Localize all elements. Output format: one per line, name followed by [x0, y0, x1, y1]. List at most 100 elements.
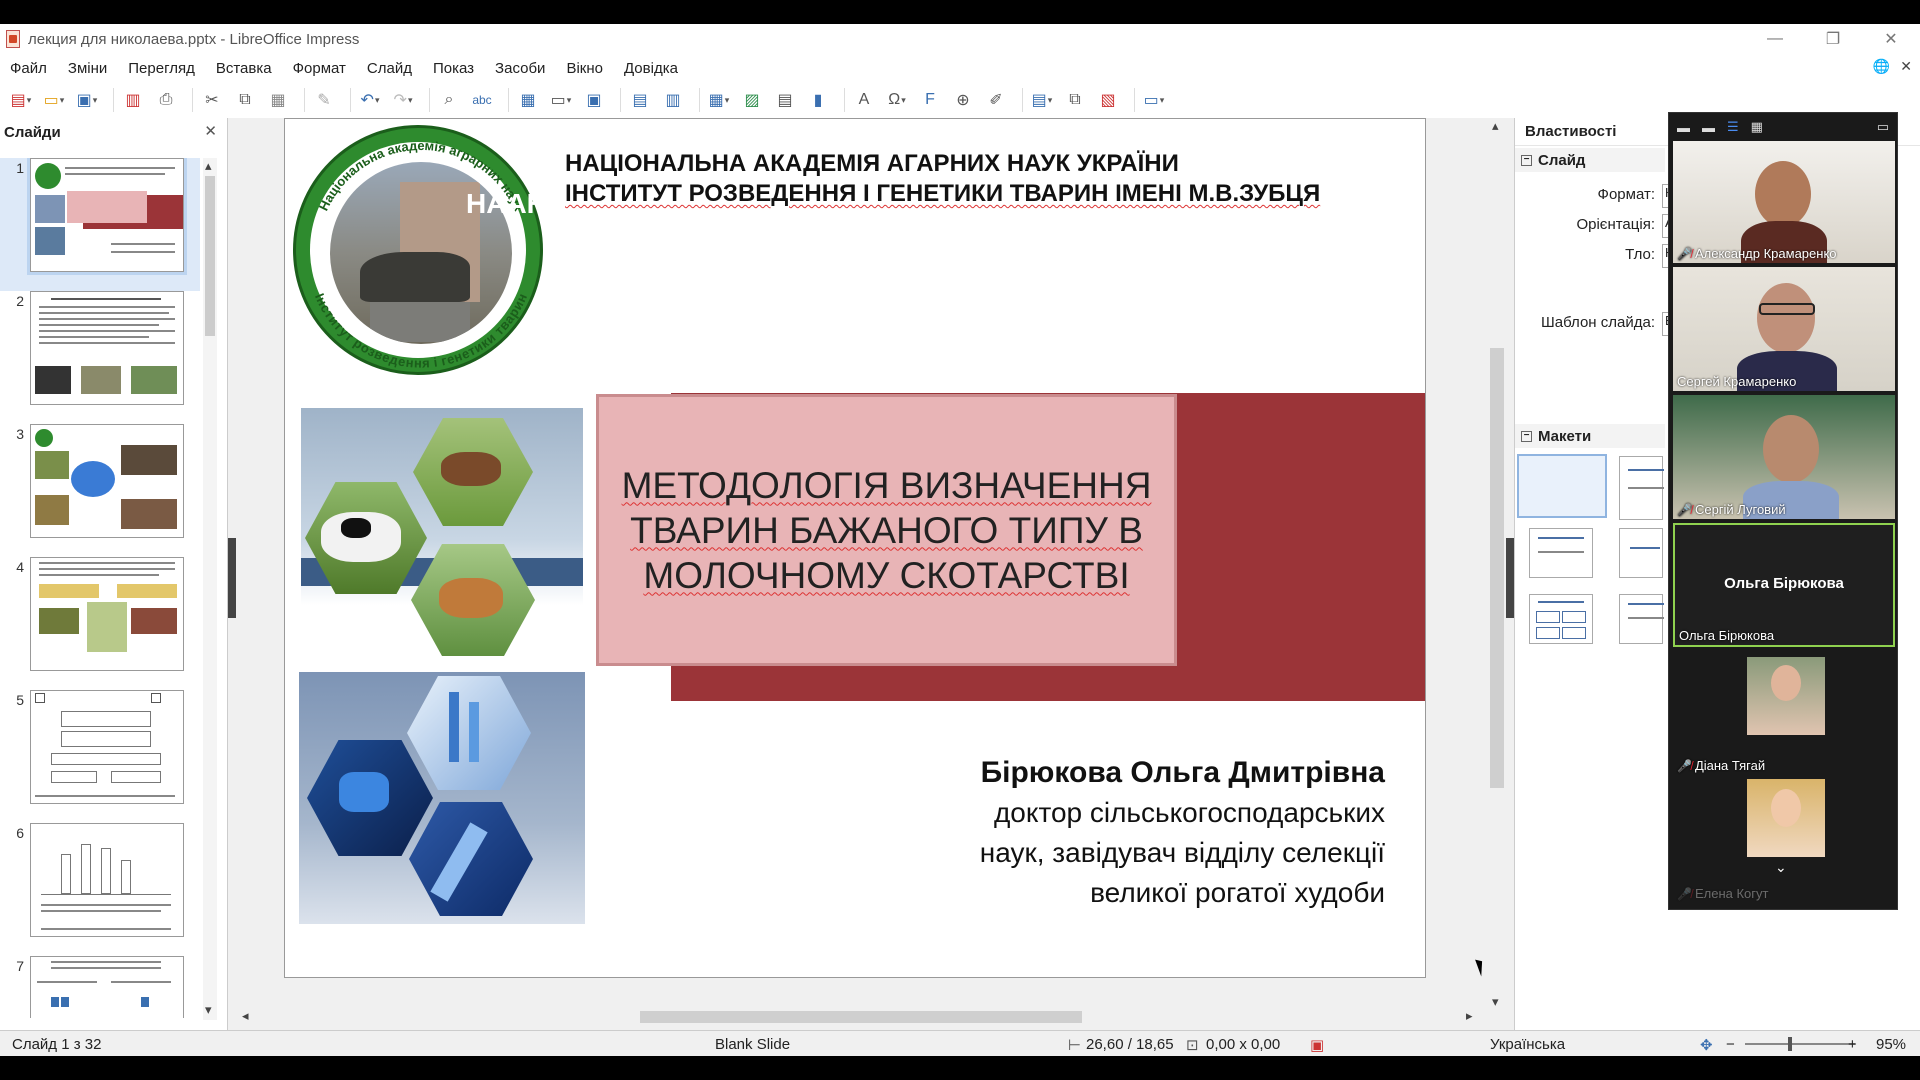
- zoom-slider[interactable]: [1745, 1043, 1855, 1045]
- gallery-view-icon[interactable]: ▦: [1751, 119, 1763, 135]
- table-icon[interactable]: ▦: [706, 87, 732, 113]
- menu-format[interactable]: Формат: [283, 60, 357, 77]
- language-indicator[interactable]: Українська: [1490, 1036, 1565, 1053]
- menu-insert[interactable]: Вставка: [206, 60, 283, 77]
- menu-window[interactable]: Вікно: [556, 60, 614, 77]
- zoom-in-icon[interactable]: +: [1848, 1036, 1857, 1053]
- scroll-left-icon[interactable]: ◂: [242, 1008, 249, 1024]
- restore-icon[interactable]: ❐: [1804, 24, 1862, 54]
- find-icon[interactable]: ⌕: [436, 87, 462, 113]
- participant-tile[interactable]: 🎤̸ Сергій Луговий: [1673, 395, 1895, 519]
- print-icon[interactable]: ⎙: [153, 87, 179, 113]
- fontwork-icon[interactable]: F: [917, 87, 943, 113]
- spellcheck-icon[interactable]: abc: [469, 87, 495, 113]
- duplicate-slide-icon[interactable]: ⧉: [1062, 87, 1088, 113]
- cut-icon[interactable]: ✂: [199, 87, 225, 113]
- slide-thumbnail[interactable]: 7: [0, 956, 200, 1018]
- start-current-icon[interactable]: ▥: [660, 87, 686, 113]
- minimize-icon[interactable]: —: [1746, 24, 1804, 54]
- collapse-icon[interactable]: −: [1521, 154, 1532, 166]
- collapse-icon[interactable]: −: [1521, 430, 1532, 442]
- image-icon[interactable]: ▨: [739, 87, 765, 113]
- right-pane-splitter[interactable]: [1506, 538, 1514, 618]
- menu-edit[interactable]: Зміни: [58, 60, 118, 77]
- participant-tile[interactable]: 🎤̸ Александр Крамаренко: [1673, 141, 1895, 263]
- participant-tile[interactable]: 🎤̸ Діана Тягай: [1673, 651, 1895, 775]
- globe-icon[interactable]: 🌐: [1873, 58, 1890, 75]
- export-pdf-icon[interactable]: ▥: [120, 87, 146, 113]
- slide-thumbnail[interactable]: 1: [0, 158, 200, 291]
- menu-slideshow[interactable]: Показ: [423, 60, 485, 77]
- layouts-section-header[interactable]: − Макети: [1515, 424, 1665, 448]
- title-box[interactable]: МЕТОДОЛОГІЯ ВИЗНАЧЕННЯ ТВАРИН БАЖАНОГО Т…: [596, 394, 1177, 666]
- menu-file[interactable]: Файл: [0, 60, 58, 77]
- menu-help[interactable]: Довідка: [614, 60, 689, 77]
- scroll-right-icon[interactable]: ▸: [1466, 1008, 1473, 1024]
- scrollbar-thumb[interactable]: [640, 1011, 1082, 1023]
- close-window-icon[interactable]: ✕: [1862, 24, 1920, 54]
- slide-thumbnail[interactable]: 4: [0, 557, 200, 690]
- slide-thumbnail[interactable]: 5: [0, 690, 200, 823]
- document-modified-icon[interactable]: ▣: [1310, 1036, 1324, 1054]
- participant-tile[interactable]: 🎤̸ Елена Когут ⌄: [1673, 779, 1895, 903]
- undo-icon[interactable]: ↶: [357, 87, 383, 113]
- left-pane-splitter[interactable]: [228, 538, 236, 618]
- fit-slide-icon[interactable]: ✥: [1700, 1036, 1713, 1054]
- participant-tile[interactable]: Сергей Крамаренко: [1673, 267, 1895, 391]
- slide-canvas[interactable]: Національна академія аграрних наук Інсти…: [284, 118, 1426, 978]
- menu-view[interactable]: Перегляд: [118, 60, 206, 77]
- layout-title-two-columns[interactable]: [1619, 594, 1664, 644]
- copy-icon[interactable]: ⧉: [232, 87, 258, 113]
- zoom-slider-knob[interactable]: [1788, 1037, 1792, 1051]
- layout-blank[interactable]: [1517, 454, 1607, 518]
- display-views-icon[interactable]: ▭: [548, 87, 574, 113]
- chart-icon[interactable]: ▮: [805, 87, 831, 113]
- slide-horizontal-scrollbar[interactable]: ◂ ▸: [240, 1008, 1480, 1026]
- scroll-up-icon[interactable]: ▴: [205, 158, 212, 174]
- paste-icon[interactable]: ▦: [265, 87, 291, 113]
- layout-title-only[interactable]: [1619, 456, 1664, 520]
- special-char-icon[interactable]: Ω: [884, 87, 910, 113]
- zoom-out-icon[interactable]: −: [1726, 1036, 1735, 1053]
- master-slide-icon[interactable]: ▣: [581, 87, 607, 113]
- layout-two-content[interactable]: [1529, 594, 1593, 644]
- scroll-down-icon[interactable]: ▾: [1492, 994, 1499, 1010]
- open-icon[interactable]: ▭: [41, 87, 67, 113]
- author-block[interactable]: Бірюкова Ольга Дмитрівна доктор сільсько…: [980, 753, 1385, 913]
- hyperlink-icon[interactable]: ⊕: [950, 87, 976, 113]
- zoom-level[interactable]: 95%: [1876, 1036, 1906, 1053]
- minimize-video-icon[interactable]: ▬: [1677, 120, 1690, 135]
- slides-pane-scrollbar[interactable]: ▴ ▾: [203, 158, 217, 1020]
- video-options-icon[interactable]: ▭: [1877, 119, 1889, 135]
- participant-tile-active[interactable]: Ольга Бірюкова Ольга Бірюкова: [1673, 523, 1895, 647]
- slide-layout-icon[interactable]: ▭: [1141, 87, 1167, 113]
- menu-slide[interactable]: Слайд: [357, 60, 423, 77]
- new-icon[interactable]: ▤: [8, 87, 34, 113]
- save-icon[interactable]: ▣: [74, 87, 100, 113]
- scroll-down-icon[interactable]: ▾: [205, 1002, 212, 1018]
- scroll-up-icon[interactable]: ▴: [1492, 118, 1499, 134]
- speaker-view-icon[interactable]: ☰: [1727, 119, 1739, 135]
- close-document-icon[interactable]: ✕: [1900, 58, 1912, 75]
- delete-slide-icon[interactable]: ▧: [1095, 87, 1121, 113]
- redo-icon[interactable]: ↷: [390, 87, 416, 113]
- clone-format-icon[interactable]: ✎: [311, 87, 337, 113]
- layout-title-content[interactable]: [1529, 528, 1593, 578]
- slide-thumbnail[interactable]: 3: [0, 424, 200, 557]
- scroll-more-icon[interactable]: ⌄: [1775, 859, 1787, 876]
- menu-tools[interactable]: Засоби: [485, 60, 556, 77]
- media-icon[interactable]: ▤: [772, 87, 798, 113]
- slide-thumbnail[interactable]: 2: [0, 291, 200, 424]
- slide-thumbnail[interactable]: 6: [0, 823, 200, 956]
- master-slide-name[interactable]: Blank Slide: [715, 1036, 790, 1053]
- draw-icon[interactable]: ✐: [983, 87, 1009, 113]
- slide-section-header[interactable]: − Слайд: [1515, 148, 1665, 172]
- textbox-icon[interactable]: A: [851, 87, 877, 113]
- slide-vertical-scrollbar[interactable]: ▴ ▾: [1488, 118, 1506, 1018]
- scrollbar-thumb[interactable]: [205, 176, 215, 336]
- small-tile-icon[interactable]: ▬: [1702, 120, 1715, 135]
- start-first-icon[interactable]: ▤: [627, 87, 653, 113]
- layout-centered-text[interactable]: [1619, 528, 1663, 578]
- scrollbar-thumb[interactable]: [1490, 348, 1504, 788]
- close-pane-icon[interactable]: ✕: [204, 122, 217, 140]
